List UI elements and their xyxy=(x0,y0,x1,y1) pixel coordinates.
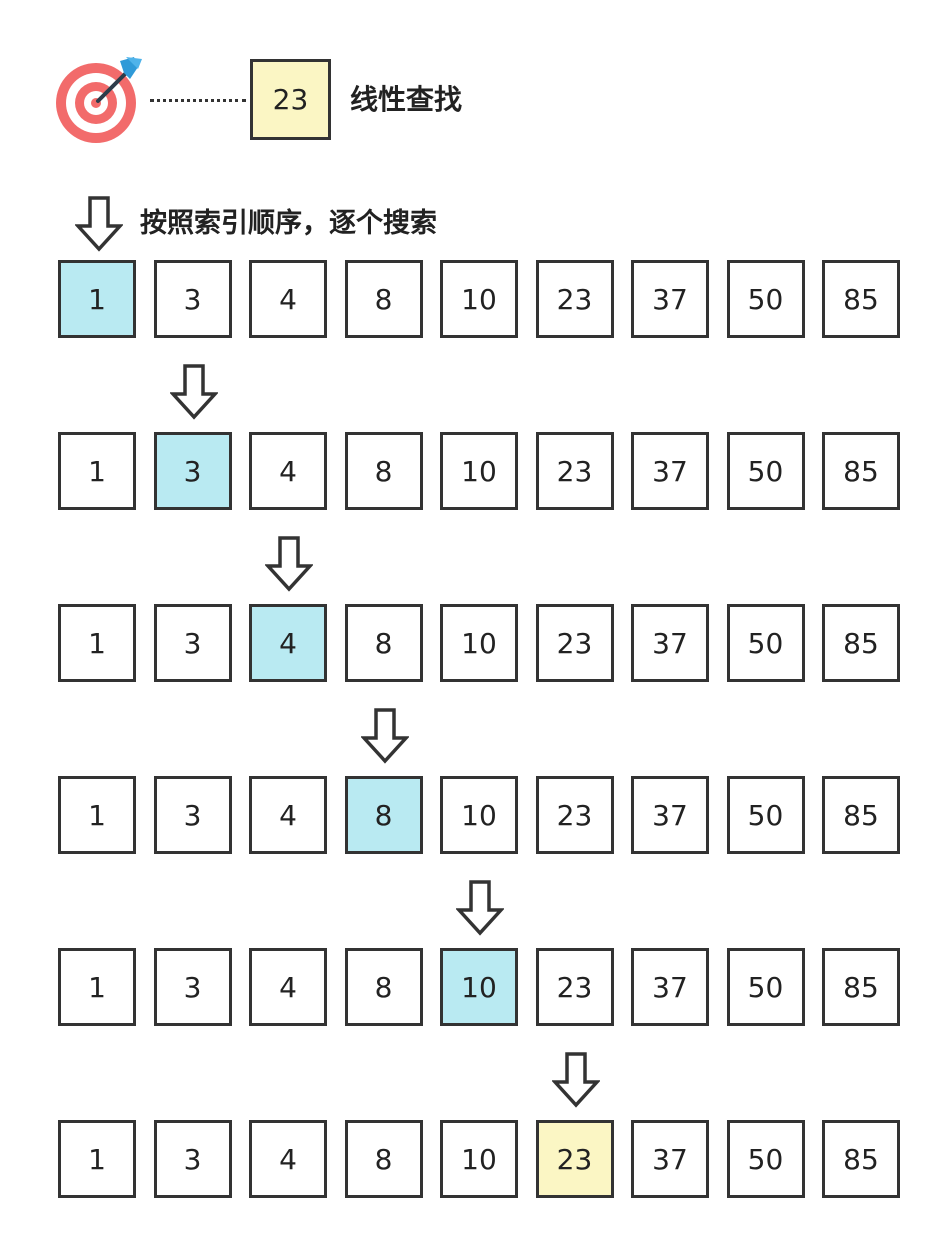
array-cell: 50 xyxy=(726,948,805,1026)
array-cell: 3 xyxy=(153,604,232,682)
array-cell: 85 xyxy=(822,948,900,1026)
down-arrow-icon xyxy=(360,708,409,764)
array-cell: 3 xyxy=(153,260,232,338)
array-cell: 37 xyxy=(631,604,709,682)
array-cell: 10 xyxy=(440,1120,518,1198)
array-cell: 85 xyxy=(822,260,900,338)
array-cell: 4 xyxy=(249,260,327,338)
array-cell: 50 xyxy=(726,776,805,854)
array-cell: 37 xyxy=(631,432,709,510)
array-cell-current: 3 xyxy=(153,432,232,510)
array-cell: 10 xyxy=(440,260,518,338)
array-cell: 37 xyxy=(631,776,709,854)
array-cell: 8 xyxy=(344,948,423,1026)
target-icon xyxy=(56,57,142,143)
down-arrow-icon xyxy=(75,196,123,252)
array-cell: 1 xyxy=(58,776,136,854)
array-cell-current: 23 xyxy=(535,1120,614,1198)
array-cell: 50 xyxy=(726,1120,805,1198)
array-cell: 85 xyxy=(822,776,900,854)
array-cell: 1 xyxy=(58,604,136,682)
down-arrow-icon xyxy=(265,536,313,592)
down-arrow-icon xyxy=(456,880,504,936)
diagram-caption: 按照索引顺序，逐个搜索 xyxy=(140,208,437,239)
array-cell: 23 xyxy=(535,260,614,338)
array-cell-current: 4 xyxy=(249,604,327,682)
array-cell: 8 xyxy=(344,604,423,682)
array-cell: 1 xyxy=(58,432,136,510)
linear-search-diagram: 23 线性查找 按照索引顺序，逐个搜索 1 3 4 8 10 23 37 50 85 1 3 4 8 10… xyxy=(0,0,952,1251)
down-arrow-icon xyxy=(169,364,218,420)
array-cell: 4 xyxy=(249,432,327,510)
array-cell: 4 xyxy=(249,1120,327,1198)
array-cell-current: 8 xyxy=(344,776,423,854)
array-cell: 10 xyxy=(440,776,518,854)
array-cell: 23 xyxy=(535,432,614,510)
array-cell: 8 xyxy=(344,260,423,338)
array-cell: 1 xyxy=(58,948,136,1026)
dotted-connector xyxy=(150,99,246,102)
array-cell: 4 xyxy=(249,776,327,854)
array-cell: 50 xyxy=(726,604,805,682)
array-cell: 3 xyxy=(153,776,232,854)
array-cell: 23 xyxy=(535,948,614,1026)
array-cell: 85 xyxy=(822,604,900,682)
array-cell: 3 xyxy=(153,948,232,1026)
array-cell: 37 xyxy=(631,260,709,338)
array-cell: 37 xyxy=(631,948,709,1026)
array-cell: 8 xyxy=(344,1120,423,1198)
diagram-title: 线性查找 xyxy=(350,83,463,116)
array-cell: 10 xyxy=(440,432,518,510)
array-cell: 23 xyxy=(535,604,614,682)
array-cell: 8 xyxy=(344,432,423,510)
array-cell: 1 xyxy=(58,1120,136,1198)
array-cell: 50 xyxy=(726,260,805,338)
array-cell: 4 xyxy=(249,948,327,1026)
array-cell-current: 10 xyxy=(440,948,518,1026)
array-cell: 85 xyxy=(822,1120,900,1198)
array-cell: 10 xyxy=(440,604,518,682)
array-cell: 50 xyxy=(726,432,805,510)
array-cell: 37 xyxy=(631,1120,709,1198)
array-cell: 85 xyxy=(822,432,900,510)
array-cell-current: 1 xyxy=(58,260,136,338)
target-value-box: 23 xyxy=(250,59,331,140)
array-cell: 3 xyxy=(153,1120,232,1198)
down-arrow-icon xyxy=(551,1052,600,1108)
array-cell: 23 xyxy=(535,776,614,854)
